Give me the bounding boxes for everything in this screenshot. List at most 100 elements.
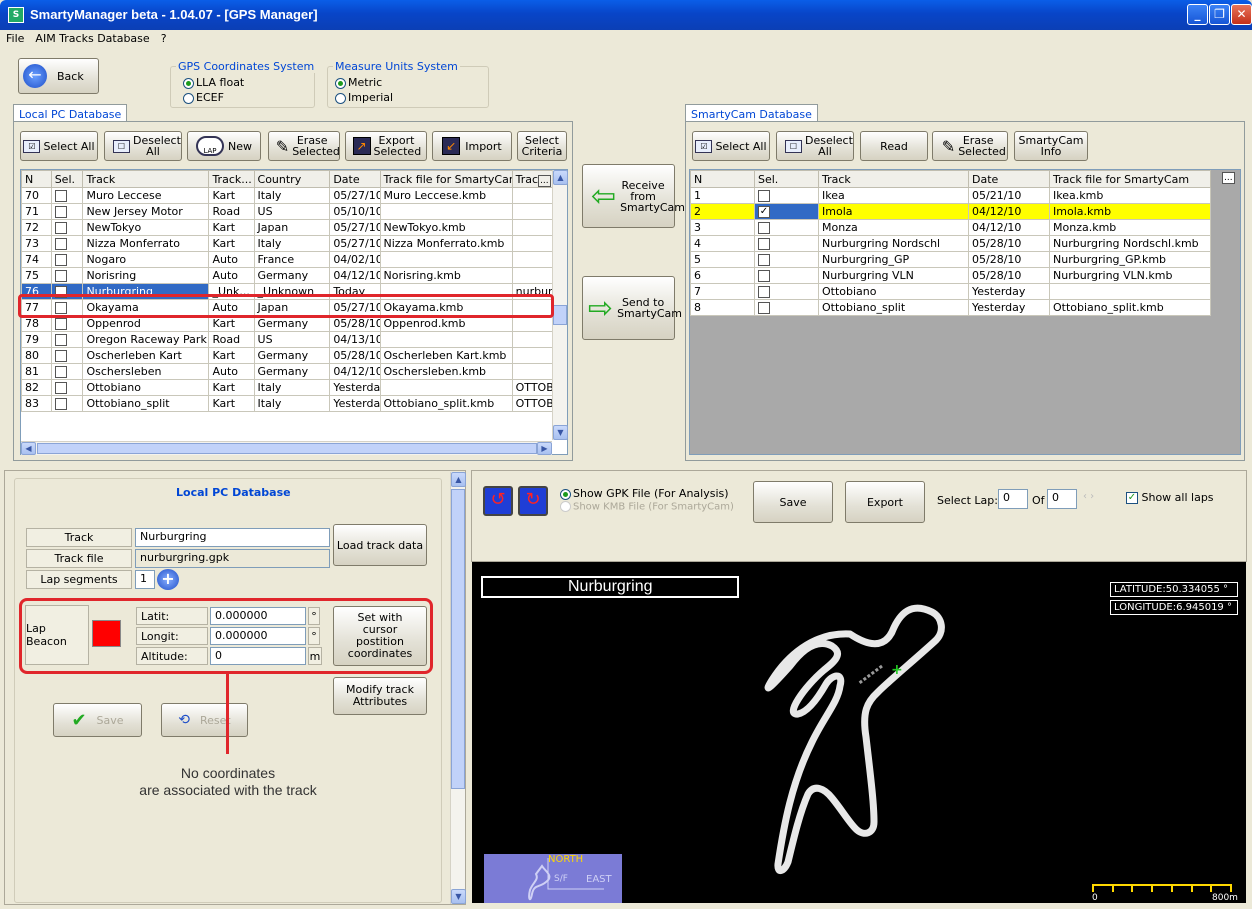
longitude-field[interactable]: 0.000000 [210,627,306,645]
export-selected-button[interactable]: ↗ Export Selected [345,131,427,161]
checkbox-icon[interactable] [758,254,770,266]
local-table-row[interactable]: 79 Oregon Raceway Park Road US 04/13/10 [21,331,567,348]
checkbox-icon[interactable] [758,270,770,282]
window-titlebar[interactable]: S SmartyManager beta - 1.04.07 - [GPS Ma… [0,0,1252,30]
load-track-data-button[interactable]: Load track data [333,524,427,566]
row-select-checkbox-cell[interactable] [50,363,84,380]
rotate-right-icon[interactable]: ↻ [518,486,548,516]
checkbox-icon[interactable] [54,334,67,346]
checkbox-icon[interactable] [54,382,67,394]
local-table-vscrollbar[interactable]: ▲ ▼ [552,170,568,440]
cam-table-row[interactable]: 2 ✓ Imola 04/12/10 Imola.kmb [690,203,1211,220]
col-header[interactable]: N [21,170,52,188]
reset-track-button[interactable]: ⟲ Reset [161,703,248,737]
scroll-right-icon[interactable]: ▶ [537,442,552,455]
menu-file[interactable]: File [0,30,29,45]
cam-table-row[interactable]: 6 Nurburgring VLN 05/28/10 Nurburgring VLN.… [690,267,1211,284]
local-select-all-button[interactable]: ☑ Select All [20,131,98,161]
track-name-field[interactable]: Nurburgring [135,528,330,547]
row-select-checkbox-cell[interactable]: ✓ [754,203,819,220]
local-table-row[interactable]: 80 Oscherleben Kart Kart Germany 05/28/10 Osc… [21,347,567,364]
checkbox-icon[interactable] [54,190,67,202]
checkbox-icon[interactable] [54,206,67,218]
col-header[interactable]: Date [968,170,1050,188]
local-table-row[interactable]: 75 Norisring Auto Germany 04/12/10 Norisring.… [21,267,567,284]
local-table-row[interactable]: 82OttobianoKartItalyYesterdayOTTOBIA [21,379,567,396]
modify-track-attributes-button[interactable]: Modify track Attributes [333,677,427,715]
restore-icon[interactable]: ❐ [1209,4,1230,25]
scroll-left-icon[interactable]: ◀ [21,442,36,455]
cam-table-row[interactable]: 3 Monza 04/12/10 Monza.kmb [690,219,1211,236]
latitude-field[interactable]: 0.000000 [210,607,306,625]
radio-metric[interactable]: Metric [335,76,382,89]
row-select-checkbox-cell[interactable] [754,267,819,284]
row-select-checkbox-cell[interactable] [50,379,84,396]
scroll-up-icon[interactable]: ▲ [553,170,568,185]
back-button[interactable]: ← Back [18,58,99,94]
col-header[interactable]: N [690,170,755,188]
checkbox-icon[interactable] [758,302,770,314]
local-table-row[interactable]: 81 Oschersleben Auto Germany 04/12/10 Oschers… [21,363,567,380]
set-with-cursor-button[interactable]: Set with cursor postition coordinates [333,606,427,666]
cam-table-row[interactable]: 8 Ottobiano_split Yesterday Ottobiano_split… [690,299,1211,316]
col-header[interactable]: Date [329,170,381,188]
radio-show-gpk[interactable]: Show GPK File (For Analysis) [560,487,729,500]
detail-vscrollbar[interactable]: ▲ ▼ [450,472,466,904]
smartycam-info-button[interactable]: SmartyCam Info [1014,131,1088,161]
checkbox-icon[interactable]: ✓ [758,206,770,218]
send-to-smartycam-button[interactable]: ⇨ Send to SmartyCam [582,276,682,340]
checkbox-icon[interactable] [758,286,770,298]
viewer-save-button[interactable]: Save [753,481,833,523]
local-vscroll-thumb[interactable] [553,305,567,325]
track-map-view[interactable]: + Nurburgring LATITUDE:50.334055 ° LONGI… [472,562,1246,903]
cam-deselect-all-button[interactable]: ☐ Deselect All [776,131,854,161]
row-select-checkbox-cell[interactable] [50,219,84,236]
checkbox-icon[interactable] [54,366,67,378]
lap-nav-arrows-icon[interactable]: ‹ › [1083,491,1094,502]
row-select-checkbox-cell[interactable] [50,347,84,364]
minimize-icon[interactable]: _ [1187,4,1208,25]
import-button[interactable]: ↙ Import [432,131,512,161]
radio-lla[interactable]: LLA float [183,76,244,89]
close-icon[interactable]: ✕ [1231,4,1252,25]
col-header[interactable]: Track file for SmartyCam [1049,170,1211,188]
row-select-checkbox-cell[interactable] [50,331,84,348]
scroll-down-icon[interactable]: ▼ [451,889,466,904]
row-select-checkbox-cell[interactable] [754,219,819,236]
row-select-checkbox-cell[interactable] [754,251,819,268]
altitude-field[interactable]: 0 [210,647,306,665]
select-criteria-button[interactable]: Select Criteria [517,131,567,161]
new-button[interactable]: LAP New [187,131,261,161]
cam-table-row[interactable]: 1 Ikea 05/21/10 Ikea.kmb [690,187,1211,204]
local-table-row[interactable]: 73 Nizza Monferrato Kart Italy 05/27/10 Nizza… [21,235,567,252]
row-select-checkbox-cell[interactable] [50,235,84,252]
checkbox-icon[interactable] [54,398,67,410]
cam-select-all-button[interactable]: ☑ Select All [692,131,770,161]
lap-segments-field[interactable]: 1 [135,570,155,589]
scroll-down-icon[interactable]: ▼ [553,425,568,440]
add-segment-icon[interactable]: + [157,569,179,590]
receive-from-smartycam-button[interactable]: ⇦ Receive from SmartyCam [582,164,685,228]
local-table-row[interactable]: 83 Ottobiano_splitKartItalyYesterdayOttob… [21,395,567,412]
row-select-checkbox-cell[interactable] [50,267,84,284]
row-select-checkbox-cell[interactable] [754,283,819,300]
checkbox-icon[interactable] [54,270,67,282]
local-table-row[interactable]: 70 Muro Leccese Kart Italy 05/27/10 Muro Lecc… [21,187,567,204]
menu-aim-tracks-database[interactable]: AIM Tracks Database [29,30,154,45]
minimap[interactable]: NORTH EAST S/F [484,854,622,903]
save-track-button[interactable]: ✔ Save [53,703,142,737]
col-header[interactable]: Sel. [754,170,819,188]
local-table-row[interactable]: 71 New Jersey Motor Road US 05/10/10 [21,203,567,220]
row-select-checkbox-cell[interactable] [50,203,84,220]
checkbox-icon[interactable] [54,254,67,266]
row-select-checkbox-cell[interactable] [754,235,819,252]
radio-show-kmb[interactable]: Show KMB File (For SmartyCam) [560,501,734,513]
lap-beacon-color-swatch[interactable] [92,620,121,647]
checkbox-icon[interactable] [54,318,67,330]
cam-erase-selected-button[interactable]: ✎ Erase Selected [932,131,1008,161]
local-deselect-all-button[interactable]: ☐ Deselect All [104,131,182,161]
checkbox-icon[interactable] [54,350,67,362]
checkbox-icon[interactable] [758,238,770,250]
column-picker-icon[interactable]: ... [538,174,551,187]
col-header[interactable]: Track file for SmartyCam [379,170,513,188]
